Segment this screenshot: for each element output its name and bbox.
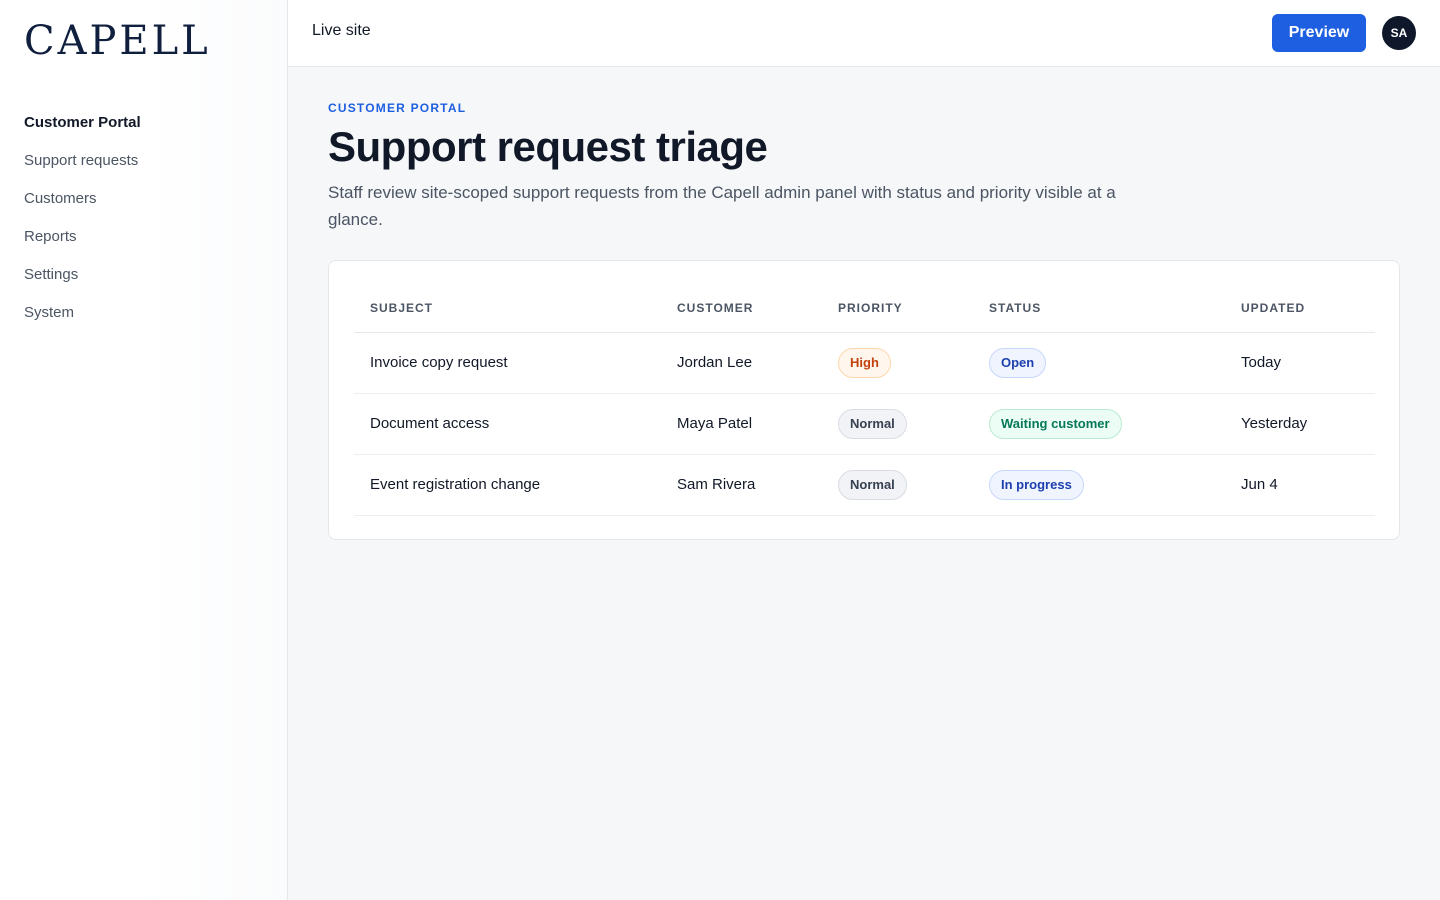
column-header-updated[interactable]: UPDATED [1225, 285, 1375, 333]
table-row[interactable]: Document access Maya Patel Normal Waitin… [354, 393, 1375, 455]
column-header-status[interactable]: STATUS [973, 285, 1225, 333]
sidebar-item-customers[interactable]: Customers [24, 180, 264, 218]
table-row[interactable]: Event registration change Sam Rivera Nor… [354, 454, 1375, 516]
column-header-subject[interactable]: SUBJECT [354, 285, 661, 333]
status-badge: Open [989, 347, 1047, 378]
priority-badge: Normal [838, 469, 907, 500]
customer-cell: Sam Rivera [661, 454, 822, 516]
priority-badge: High [838, 347, 891, 378]
subject-cell: Document access [354, 393, 661, 455]
top-bar: Live site Preview SA [288, 0, 1440, 67]
updated-cell: Today [1225, 332, 1375, 394]
sidebar-item-support-requests[interactable]: Support requests [24, 142, 264, 180]
sidebar-item-customer-portal[interactable]: Customer Portal [24, 104, 264, 142]
support-requests-table: SUBJECT CUSTOMER PRIORITY STATUS UPDATED… [354, 285, 1375, 516]
priority-cell: Normal [822, 454, 973, 516]
sidebar-nav: Customer Portal Support requests Custome… [24, 104, 264, 332]
preview-button[interactable]: Preview [1272, 14, 1366, 52]
page-eyebrow: CUSTOMER PORTAL [328, 101, 467, 115]
status-badge: Waiting customer [989, 408, 1122, 439]
sidebar: CAPELL Customer Portal Support requests … [0, 0, 288, 900]
subject-cell: Invoice copy request [354, 332, 661, 394]
status-cell: In progress [973, 454, 1225, 516]
sidebar-item-settings[interactable]: Settings [24, 256, 264, 294]
customer-cell: Maya Patel [661, 393, 822, 455]
status-badge: In progress [989, 469, 1084, 500]
table-row[interactable]: Invoice copy request Jordan Lee High Ope… [354, 332, 1375, 394]
priority-badge: Normal [838, 408, 907, 439]
status-cell: Waiting customer [973, 393, 1225, 455]
column-header-priority[interactable]: PRIORITY [822, 285, 973, 333]
column-header-customer[interactable]: CUSTOMER [661, 285, 822, 333]
priority-cell: High [822, 332, 973, 394]
table-header-row: SUBJECT CUSTOMER PRIORITY STATUS UPDATED [354, 285, 1375, 333]
avatar[interactable]: SA [1382, 16, 1416, 50]
page-title: Support request triage [328, 123, 768, 170]
capell-logo[interactable]: CAPELL [24, 18, 211, 64]
subject-cell: Event registration change [354, 454, 661, 516]
customer-cell: Jordan Lee [661, 332, 822, 394]
priority-cell: Normal [822, 393, 973, 455]
page-description: Staff review site-scoped support request… [328, 183, 1116, 229]
updated-cell: Jun 4 [1225, 454, 1375, 516]
requests-card: SUBJECT CUSTOMER PRIORITY STATUS UPDATED… [328, 260, 1400, 540]
sidebar-item-reports[interactable]: Reports [24, 218, 264, 256]
live-site-link[interactable]: Live site [312, 22, 371, 40]
updated-cell: Yesterday [1225, 393, 1375, 455]
status-cell: Open [973, 332, 1225, 394]
sidebar-item-system[interactable]: System [24, 294, 264, 332]
